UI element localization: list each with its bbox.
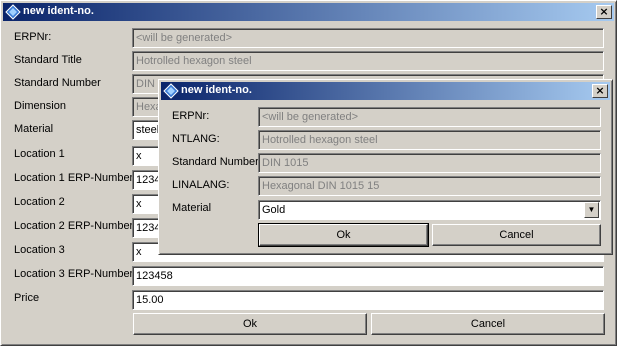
outer-label-location-3: Location 3 — [14, 244, 65, 256]
inner-label-linalang: LINALANG: — [172, 179, 230, 191]
inner-label-material: Material — [172, 202, 212, 214]
app-icon — [5, 4, 21, 20]
outer-location-3-erp-field[interactable]: 123458 — [132, 266, 604, 286]
app-icon — [163, 83, 179, 99]
outer-label-location-1: Location 1 — [14, 148, 65, 160]
outer-label-erpnr: ERPNr: — [14, 31, 52, 43]
inner-title: new ident-no. — [181, 84, 252, 96]
inner-linalang-field: Hexagonal DIN 1015 15 — [258, 176, 601, 196]
inner-ok-button[interactable]: Ok — [258, 223, 429, 247]
inner-cancel-button[interactable]: Cancel — [432, 224, 601, 246]
outer-title: new ident-no. — [23, 5, 94, 17]
inner-material-select[interactable]: Gold ▼ — [258, 200, 601, 220]
outer-erpnr-field: <will be generated> — [132, 28, 604, 48]
outer-label-material: Material — [14, 123, 54, 135]
close-icon: × — [599, 5, 609, 18]
inner-material-value: Gold — [262, 204, 286, 216]
outer-label-price: Price — [14, 292, 40, 304]
outer-standard-title-field: Hotrolled hexagon steel — [132, 51, 604, 71]
outer-price-field[interactable]: 15.00 — [132, 290, 604, 310]
outer-titlebar[interactable]: new ident-no. × — [3, 3, 614, 21]
inner-close-button[interactable]: × — [592, 84, 608, 98]
inner-dialog: new ident-no. × ERPNr: <will be generate… — [158, 79, 613, 255]
outer-label-location-2: Location 2 — [14, 196, 65, 208]
outer-ok-button[interactable]: Ok — [133, 313, 367, 335]
outer-label-standard-number: Standard Number — [14, 77, 101, 89]
inner-label-ntlang: NTLANG: — [172, 133, 220, 145]
chevron-down-icon[interactable]: ▼ — [584, 202, 599, 218]
outer-close-button[interactable]: × — [596, 5, 612, 19]
outer-label-standard-title: Standard Title — [14, 54, 82, 66]
inner-erpnr-field: <will be generated> — [258, 107, 601, 127]
inner-label-erpnr: ERPNr: — [172, 110, 210, 122]
outer-label-location-3-erp: Location 3 ERP-Number — [14, 268, 134, 280]
inner-titlebar[interactable]: new ident-no. × — [161, 82, 610, 100]
outer-label-dimension: Dimension — [14, 100, 66, 112]
outer-cancel-button[interactable]: Cancel — [371, 313, 605, 335]
inner-ntlang-field: Hotrolled hexagon steel — [258, 130, 601, 150]
inner-standard-number-field: DIN 1015 — [258, 153, 601, 173]
outer-label-location-2-erp: Location 2 ERP-Number — [14, 220, 134, 232]
close-icon: × — [595, 84, 605, 97]
inner-label-standard-number: Standard Number — [172, 156, 259, 168]
outer-label-location-1-erp: Location 1 ERP-Number — [14, 172, 134, 184]
